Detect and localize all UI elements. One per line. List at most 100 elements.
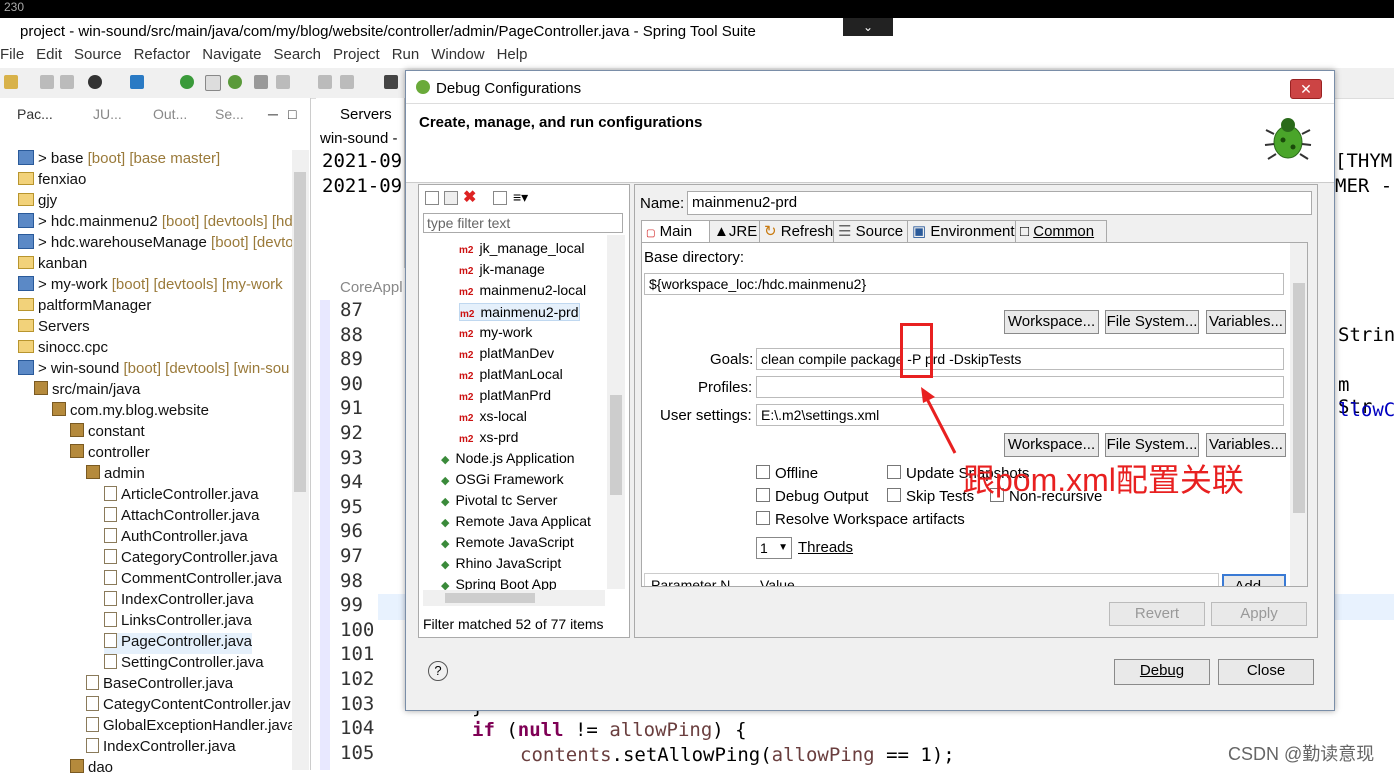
config-item[interactable]: m2 xs-prd	[459, 429, 518, 445]
config-item[interactable]: ◆ Node.js Application	[441, 450, 575, 466]
delete-icon[interactable]: ✖	[463, 187, 476, 207]
name-input[interactable]: mainmenu2-prd	[687, 191, 1312, 215]
skip-tests-checkbox[interactable]: Skip Tests	[887, 488, 974, 505]
chevron-down-icon[interactable]: ⌄	[843, 18, 893, 36]
tree-item[interactable]: com.my.blog.website	[52, 402, 209, 423]
tab-outline[interactable]: Out...	[153, 106, 187, 122]
help-icon[interactable]: ?	[428, 661, 448, 681]
tree-item[interactable]: CategoryController.java	[104, 549, 278, 570]
config-item[interactable]: m2 platManPrd	[459, 387, 551, 403]
threads-select[interactable]: 1 ▼	[756, 537, 792, 559]
tree-item[interactable]: fenxiao	[18, 171, 86, 192]
tab-common[interactable]: □ Common	[1015, 220, 1107, 242]
server-row[interactable]: win-sound -	[320, 130, 398, 147]
user-settings-input[interactable]: E:\.m2\settings.xml	[756, 404, 1284, 426]
tab-servers[interactable]: Servers	[340, 106, 392, 123]
tree-item[interactable]: constant	[70, 423, 145, 444]
file-system-button-2[interactable]: File System...	[1105, 433, 1199, 457]
tree-item[interactable]: > win-sound [boot] [devtools] [win-sou	[18, 360, 289, 381]
tree-item[interactable]: PageController.java	[104, 633, 252, 654]
add-param-button[interactable]: Add...	[1222, 574, 1286, 586]
variables-button-2[interactable]: Variables...	[1206, 433, 1286, 457]
maximize-icon[interactable]: □	[288, 106, 296, 122]
tree-item[interactable]: > hdc.mainmenu2 [boot] [devtools] [hd	[18, 213, 293, 234]
config-item[interactable]: ◆ OSGi Framework	[441, 471, 564, 487]
menu-item-project[interactable]: Project	[333, 46, 380, 63]
config-item[interactable]: m2 mainmenu2-local	[459, 282, 586, 298]
tree-item[interactable]: CommentController.java	[104, 570, 282, 591]
close-icon[interactable]: ✕	[1290, 79, 1322, 99]
tree-item[interactable]: IndexController.java	[86, 738, 236, 759]
config-item[interactable]: m2 jk_manage_local	[459, 240, 585, 256]
spring-icon[interactable]	[180, 75, 194, 89]
pin-icon[interactable]	[384, 75, 398, 89]
tab-junit[interactable]: JU...	[93, 106, 122, 122]
apply-button[interactable]: Apply	[1211, 602, 1307, 626]
menu-item-help[interactable]: Help	[497, 46, 528, 63]
edit-icon[interactable]	[276, 75, 290, 89]
config-list-scrollbar[interactable]	[607, 235, 625, 589]
tree-item[interactable]: src/main/java	[34, 381, 140, 402]
config-item[interactable]: m2 xs-local	[459, 408, 527, 424]
tab-source[interactable]: ☰ Source	[833, 220, 913, 242]
perspective-icon[interactable]	[205, 75, 221, 91]
file-system-button-1[interactable]: File System...	[1105, 310, 1199, 334]
save-all-icon[interactable]	[60, 75, 74, 89]
menu-item-refactor[interactable]: Refactor	[134, 46, 191, 63]
profiles-input[interactable]	[756, 376, 1284, 398]
duplicate-icon[interactable]	[444, 191, 458, 205]
tree-item[interactable]: IndexController.java	[104, 591, 254, 612]
config-item[interactable]: ◆ Pivotal tc Server	[441, 492, 557, 508]
config-item[interactable]: m2 platManLocal	[459, 366, 563, 382]
filter-icon[interactable]: ≡▾	[513, 189, 528, 206]
explorer-scrollbar[interactable]	[292, 150, 309, 770]
minimize-icon[interactable]: ─	[268, 106, 278, 122]
tree-item[interactable]: LinksController.java	[104, 612, 252, 633]
config-item[interactable]: ◆ Remote Java Applicat	[441, 513, 591, 529]
tree-item[interactable]: GlobalExceptionHandler.java	[86, 717, 296, 738]
tab-refresh[interactable]: ↻ Refresh	[759, 220, 839, 242]
debug-output-checkbox[interactable]: Debug Output	[756, 488, 868, 505]
menu-item-edit[interactable]: Edit	[36, 46, 62, 63]
tree-item[interactable]: gjy	[18, 192, 57, 213]
save-icon[interactable]	[40, 75, 54, 89]
menu-item-source[interactable]: Source	[74, 46, 122, 63]
filter-input[interactable]: type filter text	[423, 213, 623, 233]
goals-input[interactable]: clean compile package -P prd -DskipTests	[756, 348, 1284, 370]
tree-item[interactable]: admin	[86, 465, 145, 486]
config-item[interactable]: m2 mainmenu2-prd	[459, 303, 580, 321]
refresh-icon[interactable]	[228, 75, 242, 89]
tree-item[interactable]: > my-work [boot] [devtools] [my-work	[18, 276, 283, 297]
new-config-icon[interactable]	[425, 191, 439, 205]
workspace-button-1[interactable]: Workspace...	[1004, 310, 1099, 334]
tree-item[interactable]: paltformManager	[18, 297, 151, 318]
offline-checkbox[interactable]: Offline	[756, 465, 818, 482]
search-tool-icon[interactable]	[254, 75, 268, 89]
tree-item[interactable]: sinocc.cpc	[18, 339, 108, 360]
config-item[interactable]: ◆ Remote JavaScript	[441, 534, 574, 550]
debug-run-icon[interactable]	[88, 75, 102, 89]
tree-item[interactable]: ArticleController.java	[104, 486, 259, 507]
tab-main[interactable]: ▢ Main	[641, 220, 713, 243]
skip-breakpoints-icon[interactable]	[130, 75, 144, 89]
tab-core-app[interactable]: CoreAppl	[340, 279, 403, 296]
menu-item-run[interactable]: Run	[392, 46, 420, 63]
tree-item[interactable]: CategyContentController.jav	[86, 696, 291, 717]
tab-package-explorer[interactable]: Pac...	[17, 106, 53, 122]
nav-icon[interactable]	[318, 75, 332, 89]
menu-item-navigate[interactable]: Navigate	[202, 46, 261, 63]
toggle-icon[interactable]	[340, 75, 354, 89]
config-item[interactable]: m2 my-work	[459, 324, 532, 340]
tree-item[interactable]: SettingController.java	[104, 654, 264, 675]
revert-button[interactable]: Revert	[1109, 602, 1205, 626]
collapse-all-icon[interactable]	[493, 191, 507, 205]
variables-button-1[interactable]: Variables...	[1206, 310, 1286, 334]
menu-item-search[interactable]: Search	[273, 46, 321, 63]
workspace-button-2[interactable]: Workspace...	[1004, 433, 1099, 457]
config-item[interactable]: ◆ Rhino JavaScript	[441, 555, 561, 571]
tab-jre[interactable]: ▲JRE	[709, 220, 765, 242]
tree-item[interactable]: kanban	[18, 255, 87, 276]
config-list-hscrollbar[interactable]	[423, 590, 605, 606]
menu-item-file[interactable]: File	[0, 46, 24, 63]
tree-item[interactable]: > base [boot] [base master]	[18, 150, 220, 171]
